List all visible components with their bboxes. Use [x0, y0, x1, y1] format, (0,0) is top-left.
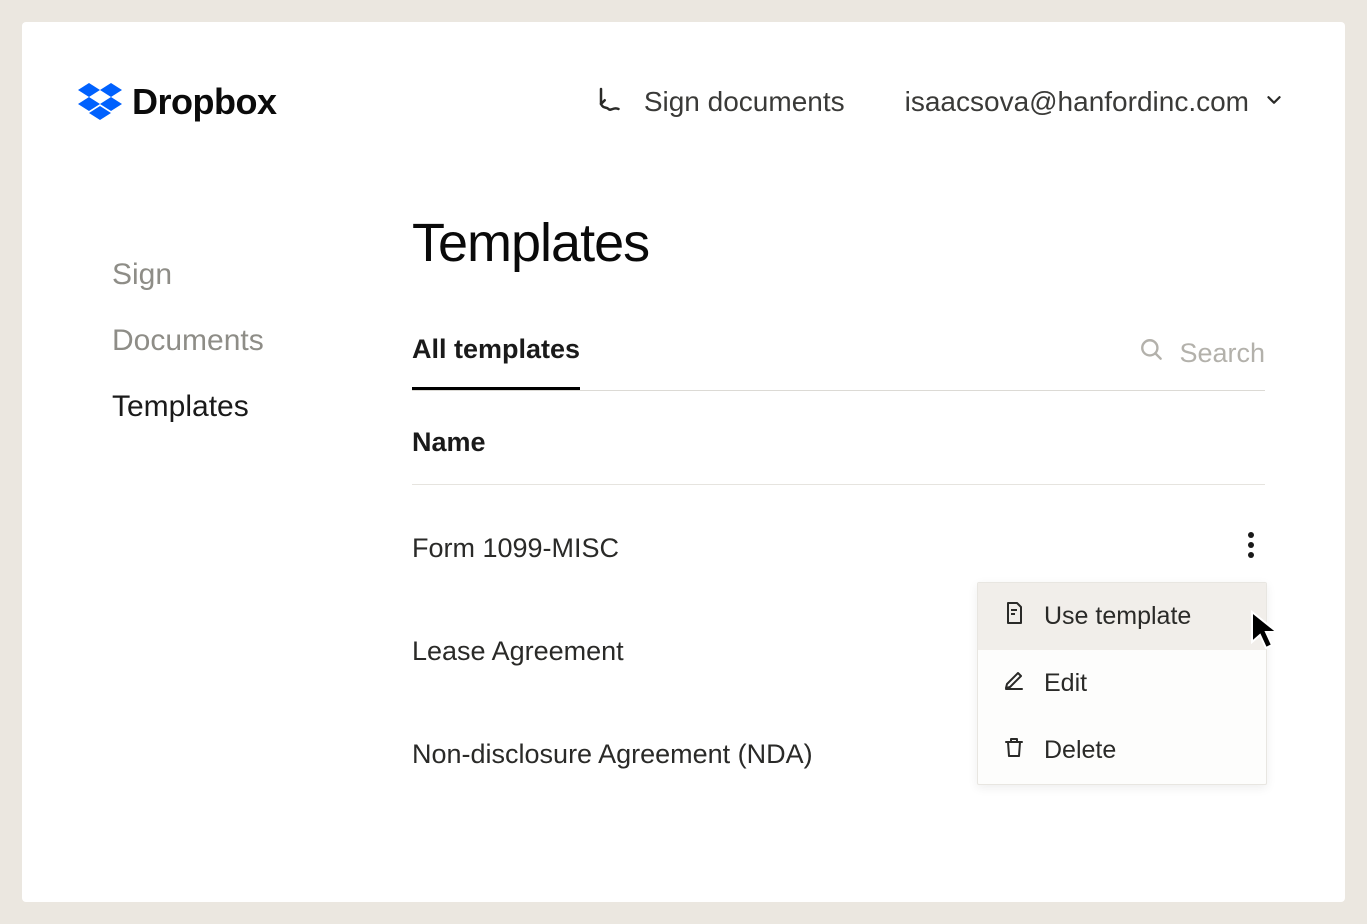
column-header-name[interactable]: Name — [412, 391, 1265, 485]
row-actions-button[interactable] — [1237, 535, 1265, 563]
main-content: Templates All templates Search Name — [412, 212, 1345, 902]
sidebar-item-label: Sign — [112, 258, 172, 291]
search-placeholder: Search — [1179, 338, 1265, 369]
sidebar-item-templates[interactable]: Templates — [112, 374, 412, 440]
document-icon — [1002, 601, 1026, 632]
more-vertical-icon — [1247, 531, 1255, 566]
app-window: Dropbox Sign documents isaacsova@hanford… — [22, 22, 1345, 902]
dropbox-icon — [78, 83, 122, 121]
chevron-down-icon — [1263, 86, 1285, 118]
menu-item-edit[interactable]: Edit — [978, 650, 1266, 717]
menu-item-label: Edit — [1044, 669, 1087, 698]
sidebar-item-label: Templates — [112, 390, 249, 423]
sidebar-item-sign[interactable]: Sign — [112, 242, 412, 308]
trash-icon — [1002, 735, 1026, 766]
menu-item-label: Delete — [1044, 736, 1116, 765]
menu-item-label: Use template — [1044, 602, 1191, 631]
row-context-menu: Use template Edit Delete — [977, 582, 1267, 785]
account-email: isaacsova@hanfordinc.com — [905, 86, 1249, 118]
signature-icon — [596, 84, 626, 121]
topbar: Dropbox Sign documents isaacsova@hanford… — [22, 22, 1345, 142]
menu-item-use-template[interactable]: Use template — [978, 583, 1266, 650]
search-input[interactable]: Search — [1139, 337, 1265, 388]
tab-label: All templates — [412, 334, 580, 364]
template-name: Non-disclosure Agreement (NDA) — [412, 739, 813, 770]
template-name: Form 1099-MISC — [412, 533, 619, 564]
tab-all-templates[interactable]: All templates — [412, 334, 580, 390]
template-name: Lease Agreement — [412, 636, 624, 667]
brand-logo[interactable]: Dropbox — [78, 81, 277, 123]
page-title: Templates — [412, 212, 1265, 274]
sidebar-item-documents[interactable]: Documents — [112, 308, 412, 374]
menu-item-delete[interactable]: Delete — [978, 717, 1266, 784]
sidebar-item-label: Documents — [112, 324, 264, 357]
sign-documents-link[interactable]: Sign documents — [596, 84, 845, 121]
account-dropdown[interactable]: isaacsova@hanfordinc.com — [905, 86, 1285, 118]
body: Sign Documents Templates Templates All t… — [22, 142, 1345, 902]
tabs-row: All templates Search — [412, 334, 1265, 391]
sign-documents-label: Sign documents — [644, 86, 845, 118]
search-icon — [1139, 337, 1165, 370]
sidebar: Sign Documents Templates — [22, 212, 412, 902]
pencil-icon — [1002, 668, 1026, 699]
topbar-right: Sign documents isaacsova@hanfordinc.com — [596, 84, 1285, 121]
brand-name: Dropbox — [132, 81, 277, 123]
